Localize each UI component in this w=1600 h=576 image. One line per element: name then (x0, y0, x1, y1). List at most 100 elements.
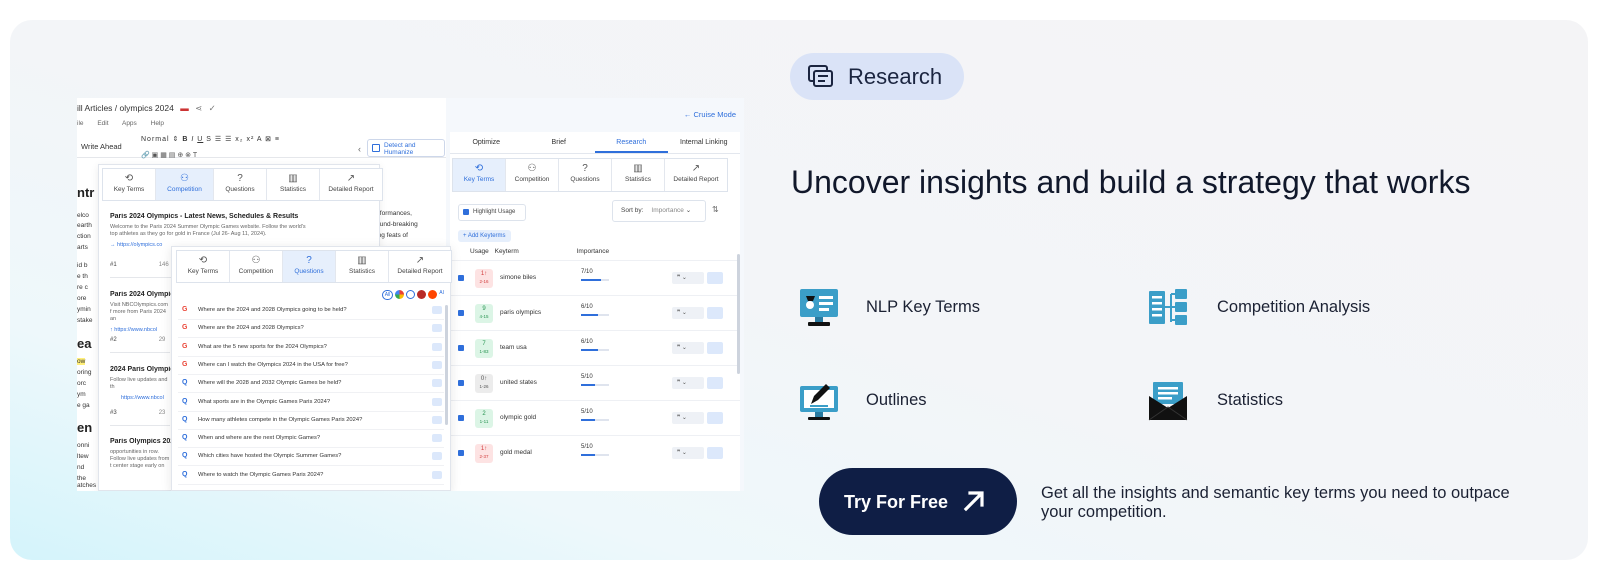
scrollbar[interactable] (445, 305, 448, 425)
insert-icon[interactable] (707, 447, 723, 459)
write-ahead-button[interactable]: Write Ahead (81, 142, 122, 151)
question-icon: ? (237, 173, 243, 184)
subtab-detailed-report[interactable]: ↗ Detailed Report (665, 159, 727, 191)
insert-icon[interactable] (432, 397, 442, 406)
filter-icon[interactable]: ⇅ (712, 205, 719, 214)
quote-dropdown[interactable]: ❞ ⌄ (672, 412, 704, 424)
try-for-free-button[interactable]: Try For Free (819, 468, 1017, 535)
subtab-competition[interactable]: ⚇ Competition (156, 169, 214, 200)
question-item[interactable]: G Where are the 2024 and 2028 Olympics? (178, 320, 444, 339)
style-select[interactable]: Normal (141, 136, 170, 143)
insert-icon[interactable] (707, 342, 723, 354)
insert-icon[interactable] (432, 470, 442, 479)
keyterm-row[interactable]: 1↑ 2-16 simone biles 7/10 ❞ ⌄ (450, 260, 740, 295)
question-text: Which cities have hosted the Olympic Sum… (198, 453, 342, 460)
tab-research[interactable]: Research (595, 132, 668, 153)
subtab-competition[interactable]: ⚇ Competition (506, 159, 559, 191)
detect-humanize-button[interactable]: Detect and Humanize (367, 139, 445, 157)
subtab-competition[interactable]: ⚇ Competition (230, 251, 283, 282)
cruise-mode-link[interactable]: ← Cruise Mode (684, 110, 736, 119)
subtab-key-terms[interactable]: ⟲ Key Terms (103, 169, 156, 200)
question-item[interactable]: Q Where will the 2028 and 2032 Olympic Ga… (178, 375, 444, 394)
insert-icon[interactable] (432, 360, 442, 369)
insert-icon[interactable] (432, 306, 442, 314)
insert-icon[interactable] (707, 377, 723, 389)
subtab-detailed-report[interactable]: ↗ Detailed Report (389, 251, 451, 282)
insert-icon[interactable] (707, 272, 723, 284)
insert-icon[interactable] (707, 307, 723, 319)
subtab-statistics[interactable]: ▥ Statistics (267, 169, 320, 200)
subtab-key-terms[interactable]: ⟲ Key Terms (177, 251, 230, 282)
question-item[interactable]: G What are the 5 new sports for the 2024 … (178, 339, 444, 357)
question-item[interactable]: G Where are the 2024 and 2028 Olympics go… (178, 302, 444, 320)
competitor-result[interactable]: Paris 2024 Olympics - Latest News, Sched… (110, 213, 350, 248)
quote-dropdown[interactable]: ❞ ⌄ (672, 272, 704, 284)
importance-bar (581, 384, 609, 386)
research-subtabs: ⟲ Key Terms ⚇ Competition ? Questions ▥ Stat… (452, 158, 728, 192)
keyterm-row[interactable]: 7 1-83 team usa 6/10 ❞ ⌄ (450, 330, 740, 365)
add-keyterms-button[interactable]: + Add Keyterms (458, 230, 511, 242)
editor-menu: ile Edit Apps Help (77, 120, 176, 127)
competitor-rank: #1 146 (110, 262, 169, 268)
search-icon[interactable] (406, 290, 416, 299)
question-item[interactable]: Q Where to watch the Olympic Games Paris … (178, 467, 444, 485)
importance-score: 5/10 (581, 409, 593, 415)
subtab-questions[interactable]: ? Questions (214, 169, 267, 200)
subtab-key-terms[interactable]: ⟲ Key Terms (453, 159, 506, 191)
share-icon[interactable]: ⋖ (195, 103, 202, 113)
menu-edit[interactable]: Edit (97, 120, 108, 127)
competition-analysis-icon (1149, 289, 1187, 325)
insert-icon[interactable] (432, 379, 442, 388)
format-icons[interactable]: ⇕ B I U S ☰ ☰ x₂ x² A ⊠ ≡ (173, 136, 280, 143)
question-item[interactable]: Q How many athletes compete in the Olympi… (178, 412, 444, 430)
tab-brief[interactable]: Brief (523, 132, 596, 153)
row-checkbox[interactable] (458, 345, 464, 351)
insert-icon[interactable] (432, 324, 442, 333)
row-checkbox[interactable] (458, 275, 464, 281)
feature-competition-analysis: Competition Analysis (1217, 298, 1371, 316)
question-item[interactable]: Q What sports are in the Olympic Games Pa… (178, 394, 444, 412)
row-checkbox[interactable] (458, 415, 464, 421)
quora-icon[interactable] (417, 290, 427, 299)
question-item[interactable]: G Where can I watch the Olympics 2024 in … (178, 357, 444, 375)
collapse-icon[interactable]: ‹ (358, 144, 361, 154)
question-item[interactable]: Q When and where are the next Olympic Gam… (178, 430, 444, 449)
filter-ai[interactable]: AI (439, 290, 444, 300)
row-checkbox[interactable] (458, 450, 464, 456)
highlight-usage-toggle[interactable]: Highlight Usage (458, 204, 526, 221)
keyterm-row[interactable]: 9 4-15 paris olympics 6/10 ❞ ⌄ (450, 295, 740, 330)
subtab-questions[interactable]: ? Questions (283, 251, 336, 282)
scrollbar[interactable] (737, 254, 740, 374)
insert-icon[interactable] (432, 452, 442, 461)
search-icon: Q (182, 415, 188, 423)
quote-dropdown[interactable]: ❞ ⌄ (672, 307, 704, 319)
menu-file[interactable]: ile (77, 120, 84, 127)
quote-dropdown[interactable]: ❞ ⌄ (672, 447, 704, 459)
keyterm-row[interactable]: 0↑ 1-26 united states 5/10 ❞ ⌄ (450, 365, 740, 400)
tab-optimize[interactable]: Optimize (450, 132, 523, 153)
quote-dropdown[interactable]: ❞ ⌄ (672, 377, 704, 389)
sort-by-select[interactable]: Sort by: Importance ⌄ (612, 200, 706, 222)
subtab-questions[interactable]: ? Questions (559, 159, 612, 191)
row-checkbox[interactable] (458, 310, 464, 316)
check-icon[interactable]: ✓ (209, 103, 216, 113)
usage-badge: 2 1-11 (475, 409, 493, 428)
quote-dropdown[interactable]: ❞ ⌄ (672, 342, 704, 354)
insert-icon[interactable] (432, 434, 442, 443)
tab-internal-linking[interactable]: Internal Linking (668, 132, 741, 153)
row-checkbox[interactable] (458, 380, 464, 386)
insert-icon[interactable] (432, 342, 442, 351)
insert-icon[interactable] (707, 412, 723, 424)
filter-all[interactable]: All (381, 290, 394, 300)
question-item[interactable]: Q Which cities have hosted the Olympic Su… (178, 448, 444, 467)
subtab-statistics[interactable]: ▥ Statistics (336, 251, 389, 282)
keyterm-row[interactable]: 2 1-11 olympic gold 5/10 ❞ ⌄ (450, 400, 740, 435)
keyterm-row[interactable]: 1↑ 2-37 gold medal 5/10 ❞ ⌄ (450, 435, 740, 470)
insert-icon[interactable] (432, 415, 442, 424)
menu-apps[interactable]: Apps (122, 120, 137, 127)
reddit-icon[interactable] (428, 290, 438, 299)
google-icon[interactable] (395, 290, 405, 299)
menu-help[interactable]: Help (151, 120, 164, 127)
subtab-detailed-report[interactable]: ↗ Detailed Report (320, 169, 382, 200)
subtab-statistics[interactable]: ▥ Statistics (612, 159, 665, 191)
